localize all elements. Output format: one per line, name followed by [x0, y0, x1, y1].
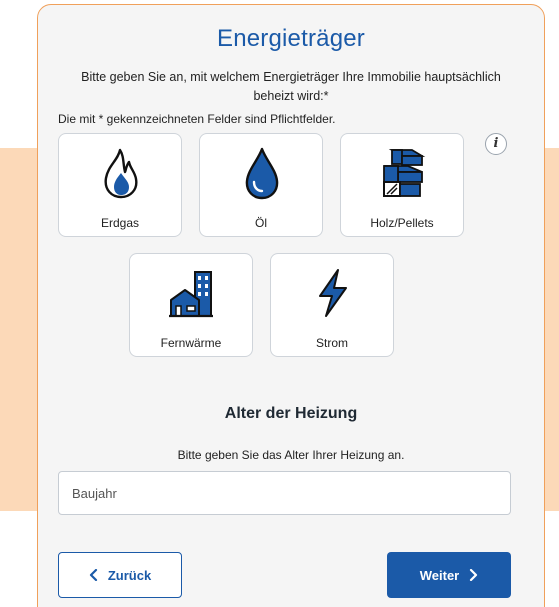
- next-button[interactable]: Weiter: [387, 552, 511, 598]
- option-fernwaerme[interactable]: Fernwärme: [129, 253, 253, 357]
- chevron-right-icon: [470, 569, 478, 581]
- form-card: Energieträger Bitte geben Sie an, mit we…: [37, 4, 545, 607]
- option-label: Erdgas: [100, 216, 140, 230]
- page-title: Energieträger: [216, 25, 366, 52]
- oil-drop-icon: [245, 147, 279, 200]
- wood-logs-icon: [383, 149, 426, 197]
- option-holz-pellets[interactable]: Holz/Pellets: [340, 133, 464, 237]
- option-label: Holz/Pellets: [370, 216, 434, 230]
- info-icon[interactable]: i: [485, 133, 507, 155]
- option-label: Strom: [315, 336, 348, 350]
- next-button-label: Weiter: [419, 567, 460, 583]
- heating-age-instruction: Bitte geben Sie das Alter Ihrer Heizung …: [177, 448, 405, 462]
- flame-icon: [104, 148, 138, 199]
- chevron-left-icon: [89, 569, 97, 581]
- construction-year-input[interactable]: [58, 471, 511, 515]
- heating-age-heading: Alter der Heizung: [224, 405, 358, 422]
- option-erdgas[interactable]: Erdgas: [58, 133, 182, 237]
- required-fields-note: Die mit * gekennzeichneten Felder sind P…: [58, 112, 336, 126]
- back-button[interactable]: Zurück: [58, 552, 182, 598]
- district-heating-icon: [169, 271, 213, 318]
- option-label: Fernwärme: [160, 336, 222, 350]
- back-button-label: Zurück: [107, 567, 152, 583]
- option-strom[interactable]: Strom: [270, 253, 394, 357]
- question-text: Bitte geben Sie an, mit welchem Energiet…: [81, 70, 501, 103]
- option-label: Öl: [255, 216, 267, 230]
- option-oel[interactable]: Öl: [199, 133, 323, 237]
- lightning-icon: [319, 269, 347, 317]
